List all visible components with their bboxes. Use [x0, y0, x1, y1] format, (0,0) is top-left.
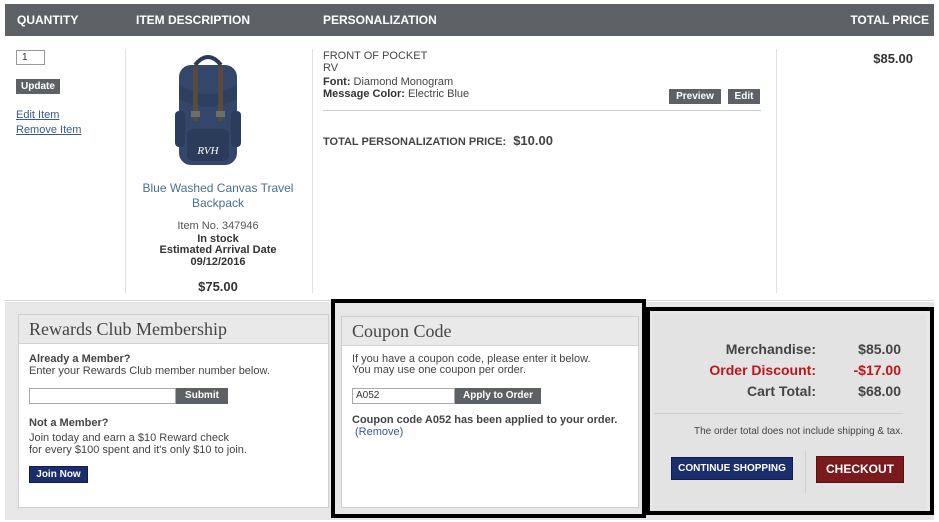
pers-total: TOTAL PERSONALIZATION PRICE: $10.00 — [323, 133, 553, 148]
product-image[interactable]: RVH — [171, 51, 245, 175]
nonmember-heading: Not a Member? — [29, 417, 109, 429]
preview-button[interactable]: Preview — [669, 89, 721, 104]
pers-total-label: TOTAL PERSONALIZATION PRICE: — [323, 136, 507, 148]
nonmember-line2: for every $100 spent and it's only $10 t… — [29, 444, 247, 456]
divider — [323, 110, 761, 111]
color-value: Electric Blue — [407, 88, 470, 100]
divider — [312, 49, 313, 293]
item-number: Item No. 347946 — [177, 220, 259, 232]
join-now-button[interactable]: Join Now — [29, 466, 88, 483]
col-total-price: TOTAL PRICE — [850, 13, 929, 27]
font-value: Diamond Monogram — [353, 76, 454, 88]
product-name-line1: Blue Washed Canvas Travel — [142, 181, 294, 195]
pers-location: FRONT OF POCKET — [323, 50, 428, 62]
arrival-date: 09/12/2016 — [190, 256, 246, 268]
product-name-line2: Backpack — [191, 196, 245, 210]
rewards-panel: Rewards Club Membership Already a Member… — [18, 314, 329, 508]
member-number-input[interactable] — [29, 388, 176, 404]
cart-item-row: 1 Update Edit Item Remove Item RVH Blue … — [5, 37, 934, 301]
shopping-cart: QUANTITY ITEM DESCRIPTION PERSONALIZATIO… — [0, 0, 939, 522]
pers-color: Message Color: Electric Blue — [323, 88, 469, 100]
product-name-link[interactable]: Blue Washed Canvas Travel Backpack — [132, 181, 304, 211]
pers-text: RV — [323, 62, 339, 74]
pers-font: Font: Diamond Monogram — [323, 76, 453, 88]
line-total-price: $85.00 — [873, 51, 913, 66]
divider — [125, 49, 126, 293]
coupon-highlight-box — [331, 299, 646, 518]
remove-item-link[interactable]: Remove Item — [16, 124, 81, 136]
update-button[interactable]: Update — [16, 79, 60, 94]
item-price: $75.00 — [198, 279, 238, 294]
col-personalization: PERSONALIZATION — [323, 13, 437, 27]
submit-button[interactable]: Submit — [176, 388, 228, 404]
edit-personalization-button[interactable]: Edit — [728, 89, 760, 104]
cart-table-header: QUANTITY ITEM DESCRIPTION PERSONALIZATIO… — [5, 4, 934, 36]
edit-item-link[interactable]: Edit Item — [16, 109, 59, 121]
rewards-title: Rewards Club Membership — [19, 315, 328, 344]
font-label: Font: — [323, 76, 351, 88]
color-label: Message Color: — [323, 88, 405, 100]
col-quantity: QUANTITY — [17, 13, 79, 27]
arrival-label: Estimated Arrival Date — [159, 244, 277, 256]
pers-total-value: $10.00 — [513, 133, 553, 148]
summary-highlight-box — [646, 307, 934, 515]
member-text: Enter your Rewards Club member number be… — [29, 365, 270, 377]
col-item-description: ITEM DESCRIPTION — [136, 13, 251, 27]
monogram-text: RVH — [196, 145, 219, 157]
quantity-input[interactable]: 1 — [16, 50, 45, 65]
divider — [776, 49, 777, 293]
